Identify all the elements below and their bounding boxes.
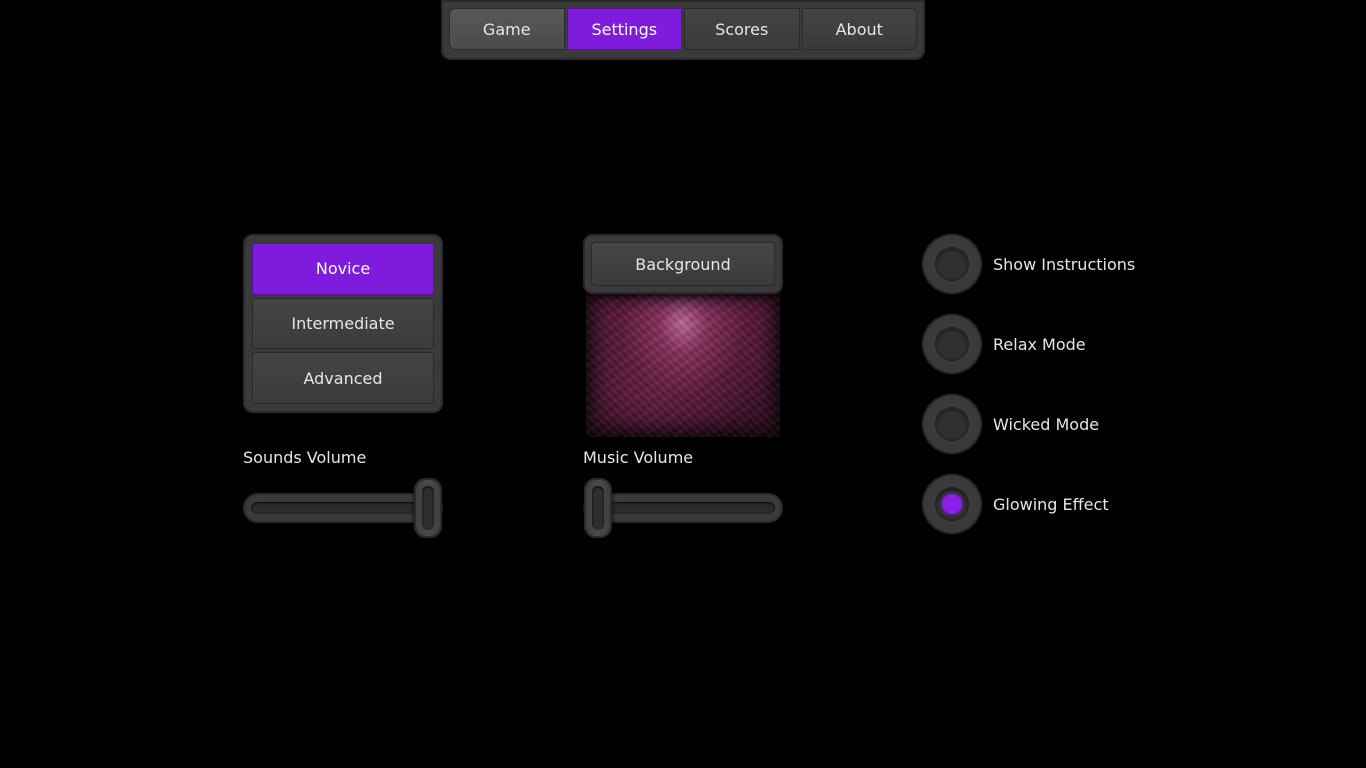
radio-indicator-icon [935,327,969,361]
background-preview-image[interactable] [586,292,780,437]
difficulty-intermediate-button[interactable]: Intermediate [252,297,434,350]
toggle-row-relax-mode: Relax Mode [922,314,1086,374]
difficulty-advanced-button[interactable]: Advanced [252,352,434,405]
toggle-row-wicked-mode: Wicked Mode [922,394,1099,454]
music-volume-thumb[interactable] [584,478,612,538]
relax-mode-toggle[interactable] [922,314,982,374]
sounds-volume-thumb[interactable] [414,478,442,538]
toggle-row-show-instructions: Show Instructions [922,234,1135,294]
radio-indicator-icon [935,407,969,441]
settings-screen: Game Settings Scores About Novice Interm… [0,0,1366,768]
sounds-volume-slider[interactable] [243,478,443,538]
glowing-effect-label: Glowing Effect [993,494,1109,514]
music-volume-groove [591,502,775,514]
wicked-mode-toggle[interactable] [922,394,982,454]
difficulty-selector: Novice Intermediate Advanced [243,234,443,413]
show-instructions-toggle[interactable] [922,234,982,294]
tab-settings[interactable]: Settings [566,8,682,50]
show-instructions-label: Show Instructions [993,254,1136,274]
difficulty-novice-button[interactable]: Novice [252,243,434,295]
radio-indicator-icon [935,247,969,281]
music-volume-label: Music Volume [583,448,694,467]
top-nav: Game Settings Scores About [441,0,925,60]
radio-indicator-icon [935,487,969,521]
wicked-mode-label: Wicked Mode [993,414,1100,434]
tab-about[interactable]: About [801,8,917,50]
tab-game[interactable]: Game [449,8,565,50]
relax-mode-label: Relax Mode [993,334,1086,354]
toggle-row-glowing-effect: Glowing Effect [922,474,1109,534]
background-button[interactable]: Background [591,242,775,286]
tab-scores[interactable]: Scores [684,8,800,50]
background-selector: Background [583,234,783,294]
sounds-volume-label: Sounds Volume [243,448,367,467]
sounds-volume-groove [251,502,435,514]
glowing-effect-toggle[interactable] [922,474,982,534]
music-volume-slider[interactable] [583,478,783,538]
